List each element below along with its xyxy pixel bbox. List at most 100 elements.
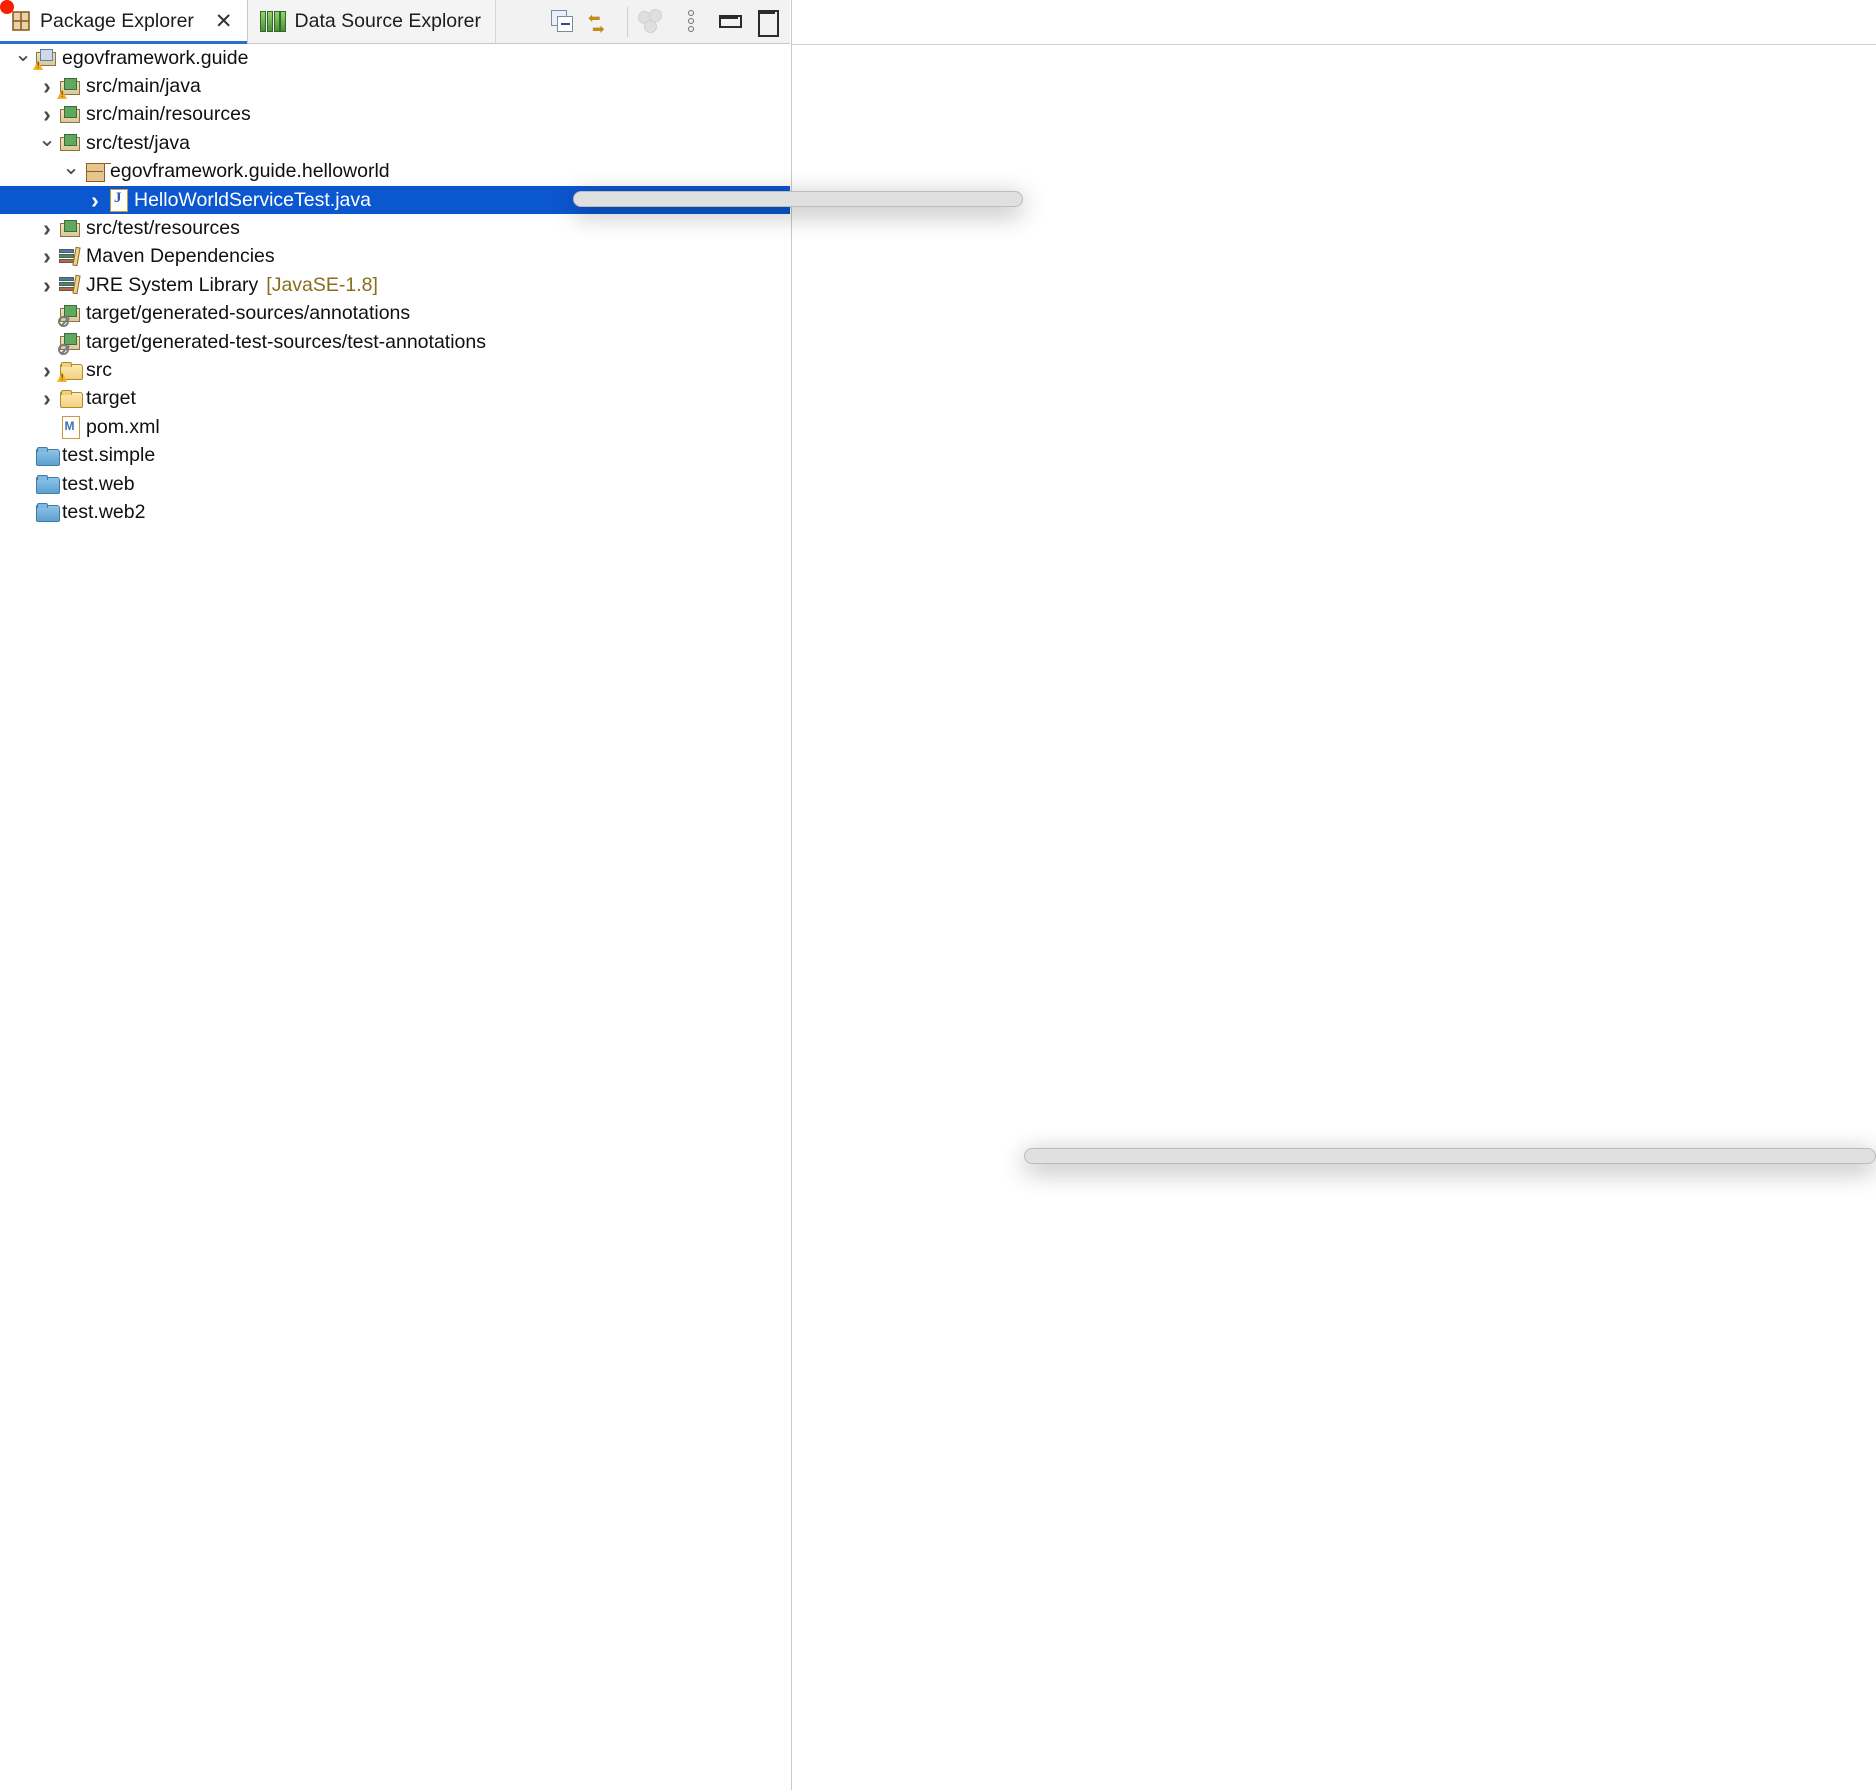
library-icon-glyph [59,275,83,295]
tree-item[interactable]: egovframework.guide [0,44,790,72]
chevron-right-icon[interactable] [36,387,58,410]
closed-project-icon [34,503,60,521]
editor-tabbar [792,0,1876,45]
tree-item[interactable]: src/test/resources [0,214,790,242]
tree-item[interactable]: test.simple [0,441,790,469]
package-icon [82,162,108,182]
tree-item-label: src/test/resources [84,217,240,240]
tree-item-label: target [84,387,136,410]
source-folder-icon-glyph [60,220,82,238]
tree-item[interactable]: src/main/java [0,72,790,100]
source-folder-icon-glyph [60,106,82,124]
folder-icon-glyph [60,390,82,407]
source-folder-icon [58,106,84,124]
source-folder-icon-glyph [60,78,82,96]
source-folder-icon [58,333,84,351]
chevron-right-icon[interactable] [36,103,58,126]
tree-item-label: Maven Dependencies [84,245,275,268]
library-icon [58,247,84,267]
run-as-submenu[interactable] [1024,1148,1876,1164]
focus-on-active-task-icon[interactable] [634,0,672,44]
view-tabbar: Package Explorer ✕ Data Source Explorer … [0,0,790,44]
tree-item-label: src/main/java [84,75,201,98]
view-toolbar: ⬅➡ [545,0,790,43]
tree-item[interactable]: test.web2 [0,498,790,526]
closed-project-icon-glyph [36,447,59,465]
tree-item-label: pom.xml [84,416,160,439]
tree-item[interactable]: Maven Dependencies [0,243,790,271]
maximize-icon[interactable] [748,0,786,44]
collapse-all-icon[interactable] [545,0,583,44]
tree-item-label: HelloWorldServiceTest.java [132,189,371,212]
tree-item-label: test.web [60,473,135,496]
project-tree[interactable]: egovframework.guide src/main/java src/main… [0,44,790,527]
close-icon[interactable]: ✕ [215,11,233,32]
folder-icon [58,362,84,379]
view-divider [791,0,792,1790]
tree-item[interactable]: target/generated-sources/annotations [0,300,790,328]
tree-item[interactable]: src/main/resources [0,101,790,129]
tree-item[interactable]: test.web [0,470,790,498]
chevron-right-icon[interactable] [36,359,58,382]
folder-icon [58,390,84,407]
editor-area [792,0,1876,1790]
java-file-icon-glyph [110,189,128,211]
tree-item[interactable]: src [0,356,790,384]
chevron-right-icon[interactable] [36,245,58,268]
chevron-down-icon[interactable] [12,48,34,69]
source-folder-icon [58,134,84,152]
tree-item[interactable]: src/test/java [0,129,790,157]
chevron-right-icon[interactable] [36,274,58,297]
chevron-down-icon[interactable] [36,133,58,154]
closed-project-icon-glyph [36,475,59,493]
source-folder-icon-glyph [60,305,82,323]
tree-item-label: src/test/java [84,132,190,155]
minimize-icon[interactable] [710,0,748,44]
tree-item-label: egovframework.guide [60,47,248,70]
tree-item-label: test.web2 [60,501,145,524]
maven-java-project-icon [34,49,60,67]
tree-item[interactable]: target [0,385,790,413]
java-file-icon [106,189,132,211]
warning-badge-icon [57,89,68,100]
library-icon-glyph [59,247,83,267]
closed-project-icon-glyph [36,503,59,521]
excluded-badge-icon [58,344,69,355]
tree-item-label: egovframework.guide.helloworld [108,160,390,183]
tree-item-label: src/main/resources [84,103,251,126]
pom-file-icon [58,416,84,438]
data-source-explorer-icon [260,11,286,33]
maven-java-project-icon-glyph [36,49,58,67]
package-icon-glyph [85,162,105,182]
context-menu[interactable] [573,191,1023,207]
tab-data-source-explorer[interactable]: Data Source Explorer [248,0,496,43]
tree-item[interactable]: target/generated-test-sources/test-annot… [0,328,790,356]
folder-icon-glyph [60,362,82,379]
eclipse-ide-window: Package Explorer ✕ Data Source Explorer … [0,0,1876,1790]
warning-badge-icon [33,60,44,71]
tab-label: Data Source Explorer [295,10,481,33]
source-folder-icon-glyph [60,333,82,351]
chevron-right-icon[interactable] [84,189,106,212]
tree-item[interactable]: egovframework.guide.helloworld [0,158,790,186]
tab-label: Package Explorer [40,10,194,33]
closed-project-icon [34,475,60,493]
chevron-right-icon[interactable] [36,75,58,98]
library-icon [58,275,84,295]
chevron-down-icon[interactable] [60,161,82,182]
tree-item-label: src [84,359,112,382]
tree-item[interactable]: pom.xml [0,413,790,441]
view-menu-icon[interactable] [672,0,710,44]
tree-item-sublabel: [JavaSE-1.8] [258,274,378,297]
tab-package-explorer[interactable]: Package Explorer ✕ [0,0,248,43]
warning-badge-icon [57,372,68,383]
link-with-editor-icon[interactable]: ⬅➡ [583,0,621,44]
chevron-right-icon[interactable] [36,217,58,240]
pom-file-icon-glyph [62,416,80,438]
source-folder-icon [58,78,84,96]
excluded-badge-icon [58,316,69,327]
source-folder-icon [58,305,84,323]
tree-item-label: JRE System Library [84,274,258,297]
tree-item[interactable]: JRE System Library[JavaSE-1.8] [0,271,790,299]
source-folder-icon-glyph [60,134,82,152]
